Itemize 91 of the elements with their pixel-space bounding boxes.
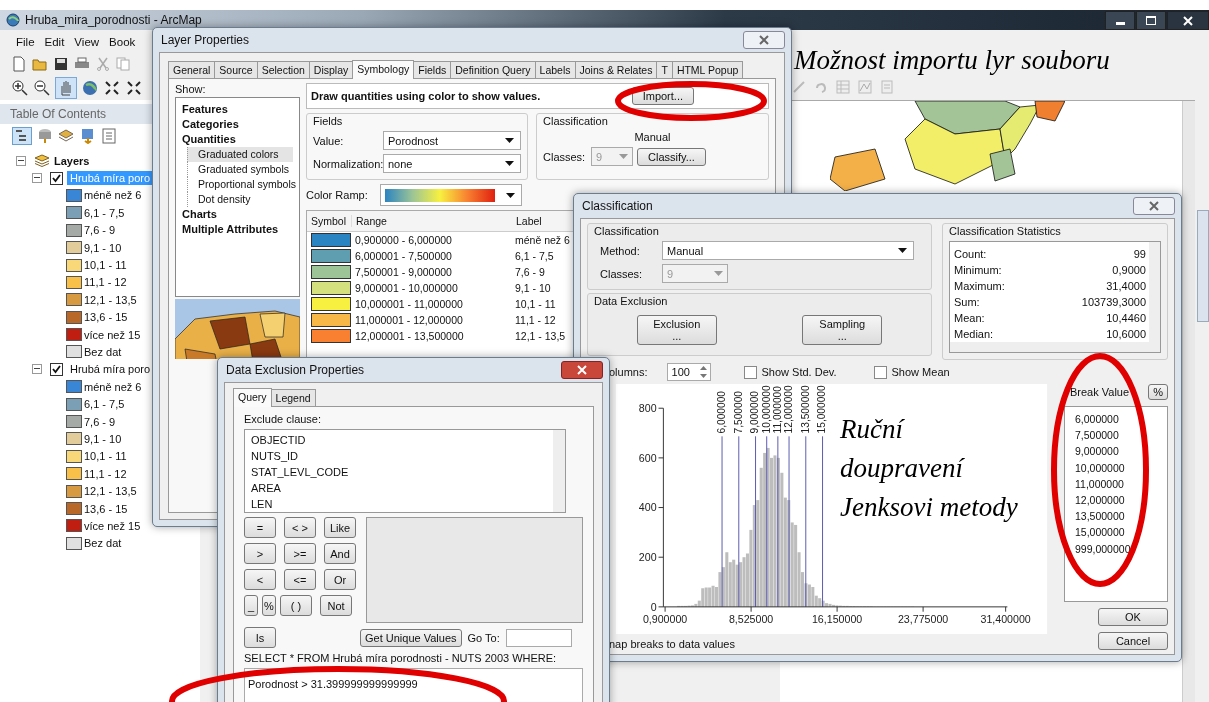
group-title: Classification Statistics	[949, 225, 1062, 237]
description-text: Draw quantities using color to show values.	[311, 90, 541, 102]
legend-label: 9,1 - 10	[84, 241, 122, 254]
stat-name: Count:	[954, 247, 987, 262]
method-text: Manual	[634, 131, 671, 143]
legend-label: 12,1 - 13,5	[84, 485, 137, 498]
checkbox-label: Show Std. Dev.	[761, 366, 837, 378]
dialog-title: Layer Properties	[161, 33, 250, 47]
break-label: 6,000000	[715, 391, 727, 434]
legend-label: 7,6 - 9	[84, 224, 116, 237]
axis-tick-label: 0	[650, 600, 657, 613]
legend-label: Bez dat	[84, 346, 122, 358]
legend-label: 10,1 - 11	[84, 259, 127, 272]
axis-tick-label: 0,900000	[642, 613, 688, 626]
axis-tick-label: 23,775000	[897, 613, 949, 626]
stat-name: Median:	[954, 327, 994, 342]
break-label: 7,500000	[732, 391, 744, 434]
annotation-text: Ruční doupravení Jenksovi metody	[840, 413, 1018, 524]
axis-tick-label: 400	[638, 501, 657, 514]
checkbox-label: Show Mean	[891, 366, 950, 378]
window-title: Hruba_mira_porodnosti - ArcMap	[25, 13, 202, 27]
table-cell-text: 9,1 - 10	[514, 282, 552, 294]
stat-value: 0,9000	[1112, 263, 1146, 278]
stat-name: Mean:	[954, 311, 985, 326]
field-label: Classes:	[599, 267, 644, 280]
stat-value: 103739,3000	[1081, 295, 1146, 310]
break-label: 11,000000	[771, 386, 783, 434]
break-label: 13,500000	[799, 385, 811, 434]
legend-label: 9,1 - 10	[84, 432, 122, 445]
legend-label: 11,1 - 12	[84, 467, 127, 480]
stat-name: Sum:	[954, 295, 980, 310]
field-label: Value:	[313, 134, 345, 147]
table-cell-text: 6,000001 - 7,500000	[354, 250, 453, 262]
field-label: Method:	[599, 244, 641, 257]
table-cell-text: 6,1 - 7,5	[514, 250, 555, 262]
legend-label: 11,1 - 12	[84, 276, 127, 289]
table-cell-text: 9,000001 - 10,000000	[354, 282, 459, 294]
dialog-title: Classification	[582, 199, 653, 213]
legend-label: 13,6 - 15	[84, 502, 128, 515]
break-label: 15,000000	[816, 385, 828, 434]
field-label: olumns:	[609, 366, 648, 378]
legend-label: 13,6 - 15	[84, 311, 128, 324]
table-cell-text: 7,500001 - 9,000000	[354, 266, 453, 278]
stat-value: 10,4460	[1106, 311, 1146, 326]
axis-tick-label: 16,150000	[811, 613, 863, 626]
break-label: 10,000000	[760, 385, 772, 434]
axis-tick-label: 200	[638, 551, 657, 564]
stat-value: 31,4000	[1106, 279, 1146, 294]
legend-label: 10,1 - 11	[84, 450, 127, 463]
legend-label: 7,6 - 9	[84, 415, 116, 428]
legend-label: více než 15	[84, 519, 141, 532]
show-label: Show:	[175, 83, 207, 95]
axis-tick-label: 31,400000	[980, 613, 1031, 626]
stat-name: Minimum:	[954, 263, 1002, 278]
break-label: 9,000000	[749, 391, 761, 434]
table-cell-text: 0,900000 - 6,000000	[354, 234, 453, 246]
stat-name: Maximum:	[954, 279, 1005, 294]
group-title: Data Exclusion	[594, 295, 669, 307]
table-cell-text: 12,1 - 13,5	[514, 330, 567, 342]
field-label: Exclude clause:	[244, 413, 323, 425]
snap-label: nap breaks to data values	[609, 638, 736, 650]
dialog-title: Data Exclusion Properties	[226, 363, 365, 377]
sql-label: SELECT * FROM Hrubá míra porodnosti - NUTS 2003 WHERE:	[244, 652, 558, 664]
table-cell-text: 7,6 - 9	[514, 266, 546, 278]
legend-label: 12,1 - 13,5	[84, 293, 137, 306]
legend-label: 6,1 - 7,5	[84, 398, 125, 411]
table-cell-text: 11,1 - 12	[514, 314, 557, 326]
field-label: Go To:	[467, 631, 500, 644]
axis-tick-label: 800	[638, 402, 657, 415]
stat-value: 99	[1133, 247, 1146, 262]
axis-tick-label: 8,525000	[728, 613, 774, 626]
legend-label: 6,1 - 7,5	[84, 206, 125, 219]
axis-tick-label: 600	[638, 451, 657, 464]
legend-label: Bez dat	[84, 537, 122, 550]
stat-value: 10,6000	[1106, 327, 1146, 342]
table-cell-text: méně než 6	[514, 234, 571, 246]
legend-label: více než 15	[84, 328, 141, 341]
field-label: Classes:	[543, 150, 587, 163]
table-cell-text: 11,000001 - 12,000000	[354, 314, 464, 326]
group-title: Classification	[543, 115, 609, 127]
break-label: 12,000000	[782, 385, 794, 434]
legend-label: méně než 6	[84, 380, 142, 393]
group-title: Fields	[313, 115, 344, 127]
group-title: Classification	[594, 225, 660, 237]
field-label: Color Ramp:	[306, 189, 368, 201]
legend-label: méně než 6	[84, 189, 142, 202]
table-cell-text: 10,000001 - 11,000000	[354, 298, 464, 310]
table-cell-text: 12,000001 - 13,500000	[354, 330, 465, 342]
column-header: Break Value	[1070, 386, 1130, 398]
annotation-text: Možnost importu lyr souboru	[794, 45, 1110, 76]
table-cell-text: 10,1 - 11	[514, 298, 557, 310]
